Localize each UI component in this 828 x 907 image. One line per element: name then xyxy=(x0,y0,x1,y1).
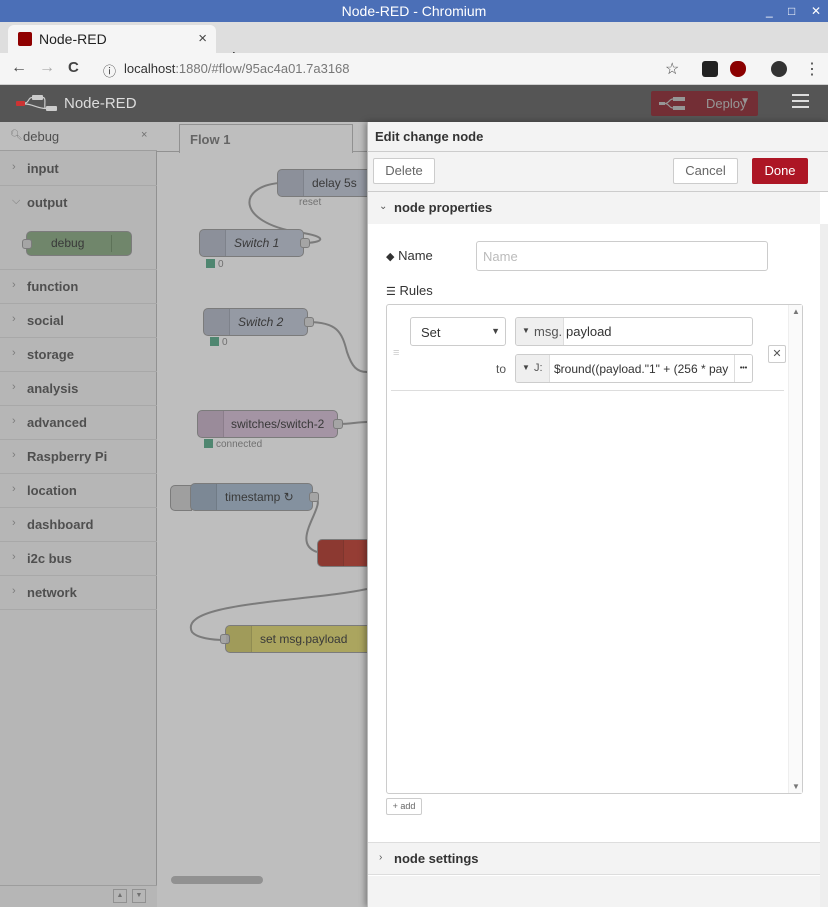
url-host: localhost xyxy=(124,61,176,76)
modal-shade xyxy=(0,122,367,907)
node-settings-section-header[interactable]: › node settings xyxy=(368,842,820,875)
hamburger-icon xyxy=(792,94,809,96)
name-input[interactable] xyxy=(476,241,768,271)
name-label-text: Name xyxy=(398,248,433,263)
chevron-down-icon: ⌄ xyxy=(379,201,388,212)
minimize-window-button[interactable]: _ xyxy=(766,0,773,22)
rule-value-expression[interactable]: $round((payload."1" + (256 * pay xyxy=(554,362,734,376)
node-red-logo-icon xyxy=(16,95,57,111)
remove-rule-button[interactable]: ✕ xyxy=(768,345,786,363)
deploy-icon xyxy=(659,97,685,110)
rule-value-typed-input[interactable]: ▼ J: $round((payload."1" + (256 * pay ••… xyxy=(515,354,753,383)
rule-to-label: to xyxy=(496,362,507,376)
target-type-selector[interactable]: ▼ msg. xyxy=(516,318,564,345)
scroll-up-icon[interactable]: ▲ xyxy=(792,307,800,316)
tray-footer xyxy=(368,876,820,907)
rules-list: ≡ Set ▼ ▼ msg. payload to ▼ J: $round((p… xyxy=(386,304,803,794)
target-value[interactable]: payload xyxy=(566,324,612,339)
forward-icon[interactable]: → xyxy=(39,59,55,77)
drag-handle-icon[interactable]: ≡ xyxy=(393,347,399,359)
section-label: node properties xyxy=(394,200,493,215)
browser-tab[interactable]: Node-RED × xyxy=(8,25,216,53)
extension-h-icon[interactable] xyxy=(702,61,718,77)
rule-row: ≡ Set ▼ ▼ msg. payload to ▼ J: $round((p… xyxy=(391,309,786,391)
rules-label-text: Rules xyxy=(399,283,433,298)
deploy-button[interactable]: Deploy ▼ xyxy=(651,91,758,116)
browser-menu-icon[interactable]: ⋮ xyxy=(804,59,820,79)
tray-scrollbar[interactable] xyxy=(820,224,828,907)
select-caret-icon: ▼ xyxy=(491,326,500,336)
tray-toolbar: Delete Cancel Done xyxy=(368,152,828,192)
rules-scrollbar[interactable]: ▲ ▼ xyxy=(788,305,802,793)
back-icon[interactable]: ← xyxy=(11,59,27,77)
node-properties-section-header[interactable]: ⌄ node properties xyxy=(368,192,820,225)
delete-button[interactable]: Delete xyxy=(373,158,435,184)
rule-action-select[interactable]: Set ▼ xyxy=(410,317,506,346)
done-button[interactable]: Done xyxy=(752,158,808,184)
chevron-right-icon: › xyxy=(379,852,383,863)
close-tab-icon[interactable]: × xyxy=(198,30,207,47)
add-rule-button[interactable]: + add xyxy=(386,798,422,815)
tray-header: Edit change node xyxy=(368,122,828,152)
node-red-header: Node-RED Deploy ▼ xyxy=(0,85,828,122)
app-title: Node-RED xyxy=(64,95,137,112)
target-type-label: msg. xyxy=(534,324,563,339)
window-title: Node-RED - Chromium xyxy=(341,3,487,19)
section-label: node settings xyxy=(394,851,479,866)
os-window-titlebar: Node-RED - Chromium _ □ ✕ xyxy=(0,0,828,22)
node-red-favicon-icon xyxy=(18,32,32,46)
hamburger-icon-bar xyxy=(792,100,809,102)
browser-tab-title: Node-RED xyxy=(39,31,107,47)
tag-icon: ◆ xyxy=(386,251,395,263)
value-type-selector[interactable]: ▼ J: xyxy=(516,355,550,382)
url-path: :1880/#flow/95ac4a01.7a3168 xyxy=(175,61,350,76)
caret-down-icon: ▼ xyxy=(522,326,530,335)
node-properties-form: ◆ Name ☰ Rules ≡ Set ▼ ▼ msg. payload to xyxy=(368,224,820,842)
rules-field-label: ☰ Rules xyxy=(386,283,433,298)
rule-action-value: Set xyxy=(421,325,441,340)
address-bar[interactable]: localhost:1880/#flow/95ac4a01.7a3168 xyxy=(124,61,350,76)
cancel-button[interactable]: Cancel xyxy=(673,158,738,184)
site-info-icon[interactable]: ⓘ xyxy=(103,61,116,80)
caret-down-icon: ▼ xyxy=(522,363,530,372)
profile-avatar-icon[interactable] xyxy=(771,61,787,77)
expand-editor-icon[interactable]: ••• xyxy=(734,355,752,382)
close-window-button[interactable]: ✕ xyxy=(811,0,821,22)
name-field-label: ◆ Name xyxy=(386,248,433,263)
ublock-shield-icon[interactable] xyxy=(730,61,746,77)
rule-target-typed-input[interactable]: ▼ msg. payload xyxy=(515,317,753,346)
bookmark-star-icon[interactable]: ☆ xyxy=(665,59,679,79)
browser-toolbar: ← → C ⓘ localhost:1880/#flow/95ac4a01.7a… xyxy=(0,53,828,85)
jsonata-icon: J: xyxy=(534,362,543,374)
deploy-caret-icon[interactable]: ▼ xyxy=(740,96,750,107)
tray-title: Edit change node xyxy=(375,129,484,144)
maximize-window-button[interactable]: □ xyxy=(788,0,795,22)
edit-tray: Edit change node Delete Cancel Done ⌄ no… xyxy=(367,122,828,907)
hamburger-icon-bar xyxy=(792,106,809,108)
browser-tab-strip: Node-RED × + xyxy=(0,22,828,69)
reload-icon[interactable]: C xyxy=(68,59,79,76)
main-menu-button[interactable] xyxy=(792,94,809,111)
list-icon: ☰ xyxy=(386,286,396,298)
scroll-down-icon[interactable]: ▼ xyxy=(792,782,800,791)
